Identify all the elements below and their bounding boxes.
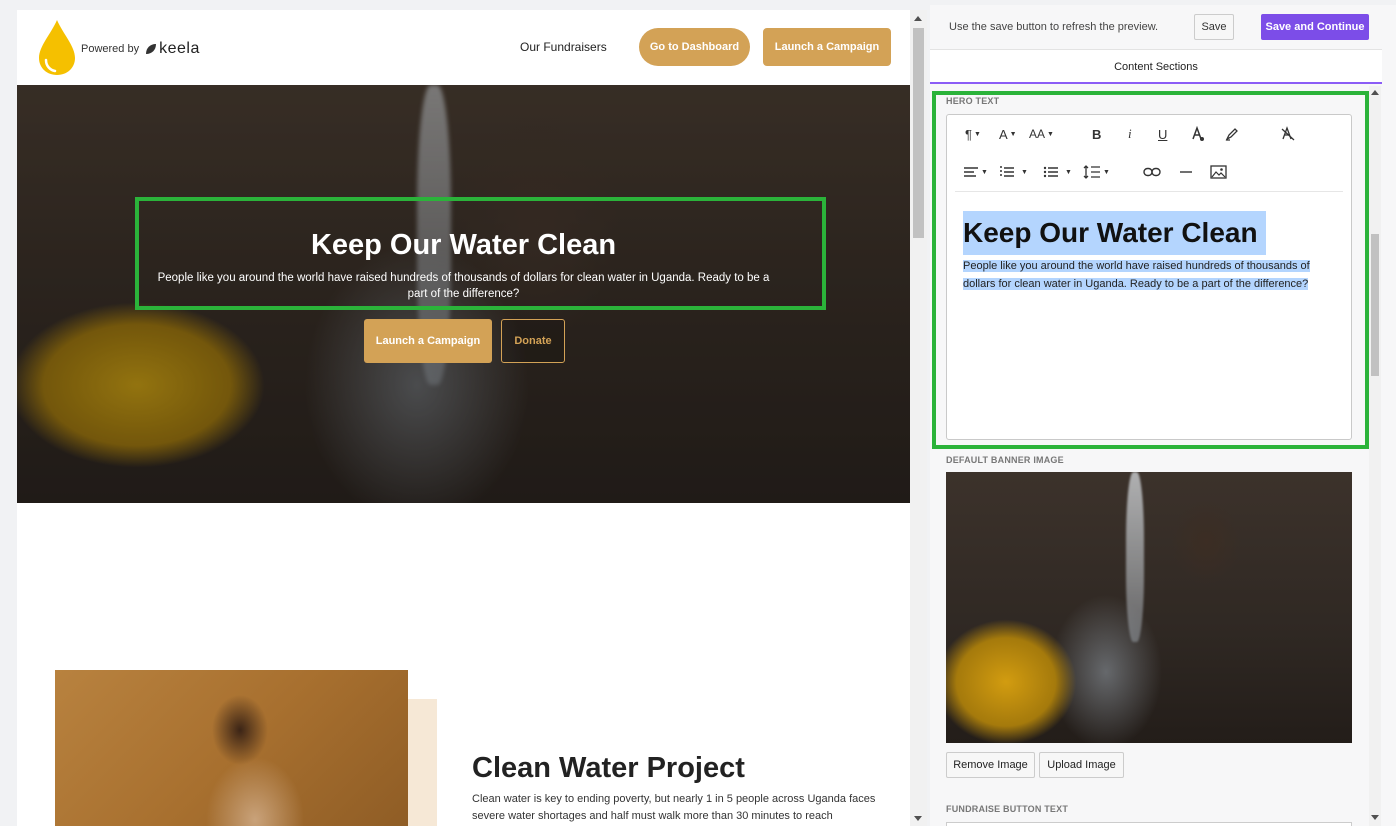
site-preview: Powered by keela Our Fundraisers Go to D…	[17, 10, 910, 826]
insert-image-button[interactable]	[1210, 162, 1227, 182]
line-height-button[interactable]: ▼	[1083, 162, 1110, 182]
bold-icon: B	[1092, 126, 1102, 142]
save-button[interactable]: Save	[1194, 14, 1234, 40]
powered-by-label: Powered by	[81, 43, 140, 55]
banner-water-stream	[1126, 472, 1144, 642]
scroll-up-arrow-icon[interactable]	[914, 16, 922, 21]
font-size-button[interactable]: AA ▼	[1029, 124, 1054, 144]
font-size-icon: AA	[1029, 127, 1046, 141]
editor-paragraph-text[interactable]: People like you around the world have ra…	[963, 260, 1310, 290]
highlight-button[interactable]	[1224, 124, 1240, 144]
align-left-icon	[964, 167, 978, 177]
paragraph-icon: ¶	[965, 126, 972, 142]
horizontal-rule-icon	[1180, 171, 1192, 173]
hero-subtitle: People like you around the world have ra…	[157, 272, 770, 300]
image-icon	[1210, 165, 1227, 179]
clear-format-button[interactable]	[1281, 124, 1295, 144]
project-accent-block	[407, 699, 437, 826]
bold-button[interactable]: B	[1092, 124, 1101, 144]
underline-icon: U	[1158, 126, 1168, 142]
text-color-button[interactable]	[1191, 124, 1205, 144]
underline-button[interactable]: U	[1158, 124, 1167, 144]
italic-button[interactable]: i	[1128, 124, 1132, 144]
donate-button[interactable]: Donate	[501, 319, 565, 363]
editor-scroll-up-icon[interactable]	[1371, 90, 1379, 95]
editor-heading[interactable]: Keep Our Water Clean	[963, 211, 1266, 255]
font-family-button[interactable]: A ▼	[999, 124, 1017, 144]
insert-link-button[interactable]	[1143, 162, 1161, 182]
italic-icon: i	[1128, 126, 1132, 141]
font-icon: A	[999, 126, 1008, 142]
preview-scroll-thumb[interactable]	[913, 28, 924, 238]
clear-format-icon	[1281, 126, 1295, 141]
link-icon	[1143, 167, 1161, 177]
remove-image-button[interactable]: Remove Image	[946, 752, 1035, 778]
editor-content[interactable]: Keep Our Water Clean People like you aro…	[963, 211, 1333, 293]
launch-campaign-header-button[interactable]: Launch a Campaign	[763, 28, 891, 66]
preview-scrollbar[interactable]	[910, 10, 927, 826]
hero-text-editor[interactable]: ¶ ▼ A ▼ AA ▼ B i U ▼ ▼ ▼ ▼ Keep Our Wate…	[946, 114, 1352, 440]
save-and-continue-button[interactable]: Save and Continue	[1261, 14, 1369, 40]
fundraise-button-text-label: FUNDRAISE BUTTON TEXT	[946, 804, 1069, 814]
powered-by: Powered by keela	[81, 40, 200, 58]
brand-name: keela	[159, 40, 200, 57]
editor-paragraph[interactable]: People like you around the world have ra…	[963, 257, 1333, 293]
default-banner-label: DEFAULT BANNER IMAGE	[946, 455, 1064, 465]
upload-image-button[interactable]: Upload Image	[1039, 752, 1124, 778]
hero-title: Keep Our Water Clean	[310, 229, 617, 261]
align-button[interactable]: ▼	[963, 162, 988, 182]
save-hint: Use the save button to refresh the previ…	[949, 21, 1159, 33]
text-color-icon	[1192, 126, 1204, 141]
editor-scroll-thumb[interactable]	[1371, 234, 1379, 376]
editor-scroll-area: HERO TEXT ¶ ▼ A ▼ AA ▼ B i U ▼ ▼ ▼ ▼ Kee…	[930, 86, 1382, 826]
project-title: Clean Water Project	[472, 752, 745, 784]
editor-scrollbar[interactable]	[1369, 86, 1381, 826]
banner-image-preview	[946, 472, 1352, 743]
horizontal-rule-button[interactable]	[1179, 162, 1193, 182]
editor-panel: Use the save button to refresh the previ…	[930, 5, 1396, 826]
project-image	[55, 670, 408, 826]
highlighter-icon	[1225, 128, 1238, 141]
nav-our-fundraisers[interactable]: Our Fundraisers	[520, 40, 607, 54]
content-sections-tabbar: Content Sections	[930, 49, 1382, 84]
ordered-list-icon	[1000, 166, 1014, 177]
toolbar-divider	[955, 191, 1343, 192]
unordered-list-icon	[1043, 166, 1058, 178]
launch-campaign-hero-button[interactable]: Launch a Campaign	[364, 319, 492, 363]
scroll-down-arrow-icon[interactable]	[914, 816, 922, 821]
hero-banner: Keep Our Water Clean People like you aro…	[17, 85, 910, 503]
fundraise-button-text-input[interactable]	[946, 822, 1352, 826]
keela-logo: keela	[145, 40, 200, 58]
editor-scroll-down-icon[interactable]	[1371, 815, 1379, 820]
water-drop-logo	[39, 20, 75, 75]
go-to-dashboard-button[interactable]: Go to Dashboard	[639, 28, 750, 66]
unordered-list-button[interactable]: ▼	[1043, 162, 1072, 182]
paragraph-format-button[interactable]: ¶ ▼	[965, 124, 981, 144]
leaf-icon	[146, 44, 157, 54]
site-header: Powered by keela Our Fundraisers Go to D…	[17, 10, 910, 85]
line-height-icon	[1083, 165, 1100, 179]
ordered-list-button[interactable]: ▼	[999, 162, 1028, 182]
project-text: Clean water is key to ending poverty, bu…	[472, 793, 876, 822]
editor-topbar: Use the save button to refresh the previ…	[930, 5, 1382, 49]
tab-content-sections[interactable]: Content Sections	[930, 61, 1382, 73]
